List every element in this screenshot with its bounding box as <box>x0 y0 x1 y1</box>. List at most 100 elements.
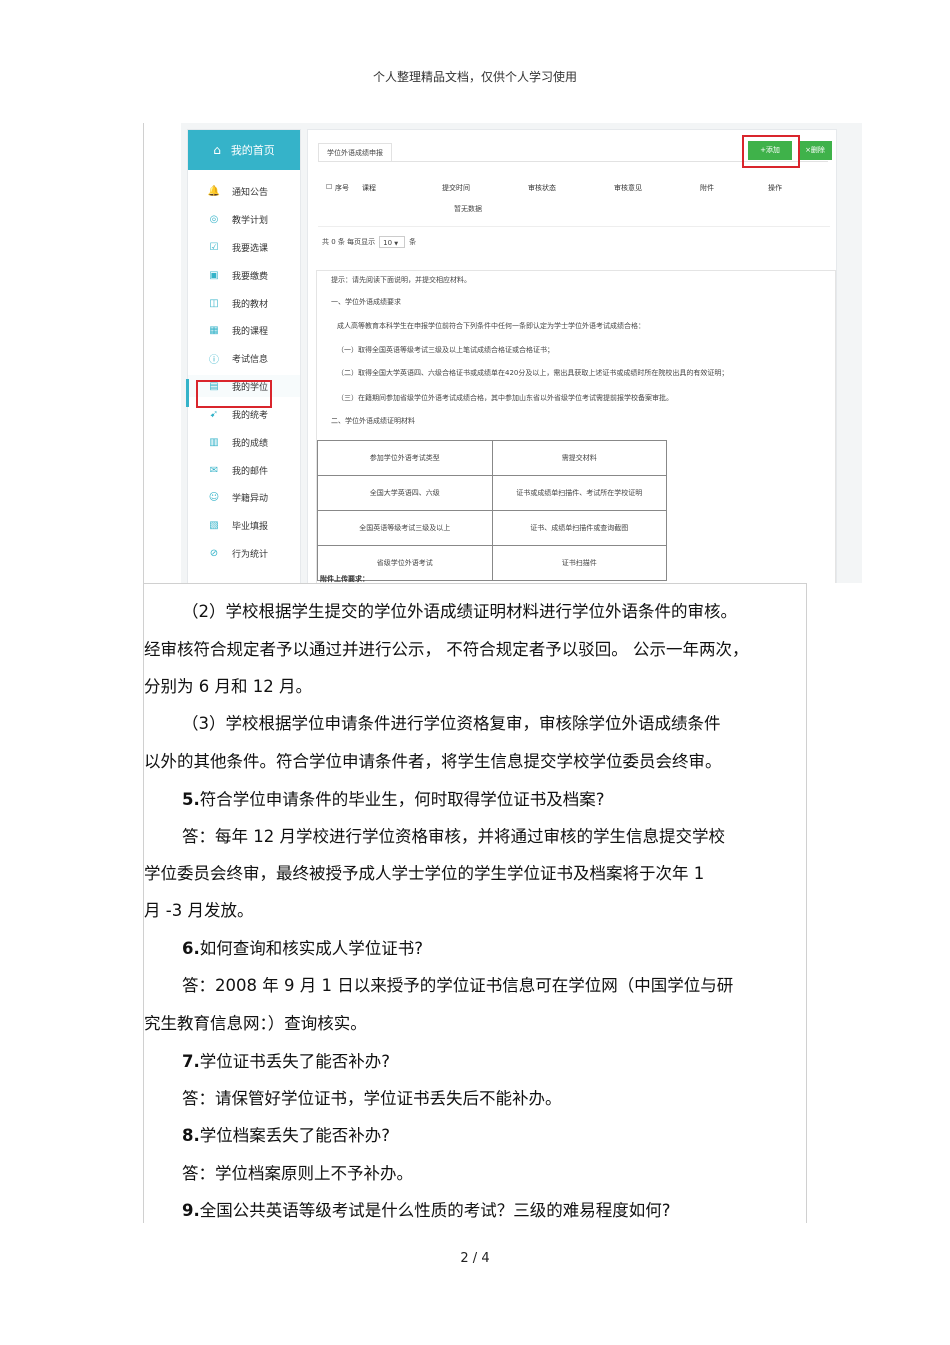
sidebar-item-label: 我的成绩 <box>232 438 269 449</box>
question-number: 6. <box>182 939 200 958</box>
sidebar-item[interactable]: 🔔 通知公告 <box>188 180 300 202</box>
paragraph-line: 月 -3 月发放。 <box>144 897 253 921</box>
paragraph-text: 全国公共英语等级考试是什么性质的考试？三级的难易程度如何? <box>199 1201 671 1220</box>
header-note: 个人整理精品文档，仅供个人学习使用 <box>372 70 577 84</box>
tab-degree-language[interactable]: 学位外语成绩申报 <box>318 143 392 162</box>
home-icon: ⌂ <box>213 143 221 157</box>
paragraph-line: （2）学校根据学生提交的学位外语成绩证明材料进行学位外语条件的审核。 <box>182 598 737 622</box>
table-cell: 全国大学英语四、六级 <box>317 475 493 511</box>
sidebar-item-label: 我的教材 <box>232 299 269 310</box>
pager-prefix: 共 0 条 每页显示 <box>322 238 376 246</box>
main-panel: 学位外语成绩申报 +添加 ×删除 ☐ 序号 课程 提交时间 审核状态 审核意见 … <box>307 129 837 583</box>
form-icon: ▧ <box>209 519 219 531</box>
tip-line: （一）取得全国英语等级考试三级及以上笔试成绩合格证或合格证书； <box>337 346 554 354</box>
paragraph-line: （3）学校根据学位申请条件进行学位资格复审，审核除学位外语成绩条件 <box>182 710 721 734</box>
table-cell: 参加学位外语考试类型 <box>317 440 493 476</box>
table-row: 参加学位外语考试类型 需提交材料 <box>317 440 667 476</box>
paragraph-line: 9.全国公共英语等级考试是什么性质的考试？三级的难易程度如何? <box>182 1197 671 1221</box>
table-cell: 证书或成绩单扫描件、考试所在学校证明 <box>491 475 667 511</box>
score-icon: ▥ <box>209 436 219 448</box>
sidebar-item[interactable]: ▣ 我要缴费 <box>188 264 300 286</box>
paragraph-text: 答：2008 年 9 月 1 日以来授予的学位证书信息可在学位网（中国学位与研 <box>182 976 734 995</box>
instructions-panel: 提示：请先阅读下面说明，并提交相应材料。 一、学位外语成绩要求 成人高等教育本科… <box>316 270 836 583</box>
paragraph-text: （3）学校根据学位申请条件进行学位资格复审，审核除学位外语成绩条件 <box>182 714 721 733</box>
users-icon: ☺ <box>208 491 220 503</box>
question-number: 7. <box>182 1052 200 1071</box>
col-index: 序号 <box>335 184 349 192</box>
sidebar-item[interactable]: ⊘ 行为统计 <box>188 542 300 564</box>
question-number: 9. <box>182 1201 200 1220</box>
paragraph-line: 答：请保管好学位证书，学位证书丢失后不能补办。 <box>182 1085 562 1109</box>
paragraph-line: 5.符合学位申请条件的毕业生，何时取得学位证书及档案? <box>182 786 605 810</box>
sidebar-item[interactable]: ▥ 我的成绩 <box>188 431 300 453</box>
sidebar-item[interactable]: ▦ 我的课程 <box>188 319 300 341</box>
tip-line: 成人高等教育本科学生在申报学位前符合下列条件中任何一条即认定为学士学位外语考试成… <box>337 322 645 330</box>
active-indicator <box>186 379 189 407</box>
paragraph-text: 经审核符合规定者予以通过并进行公示， 不符合规定者予以驳回。 公示一年两次， <box>144 640 749 659</box>
paragraph-text: 符合学位申请条件的毕业生，何时取得学位证书及档案? <box>199 790 605 809</box>
col-attachment: 附件 <box>700 184 714 192</box>
chevron-down-icon: ▼ <box>394 241 399 247</box>
select-all-checkbox[interactable]: ☐ <box>326 183 332 191</box>
col-review-opinion: 审核意见 <box>614 184 642 192</box>
tip-line: （三）在籍期间参加省级学位外语考试成绩合格，其中参加山东省以外省级学位考试需提前… <box>337 394 673 402</box>
sidebar: ⌂ 我的首页 🔔 通知公告 ◎ 教学计划 ☑ 我要选课 ▣ 我要缴费 ◫ 我的教材 ▦ 我的课程 ⓘ 考试… <box>186 129 301 583</box>
sidebar-item[interactable]: ◫ 我的教材 <box>188 292 300 314</box>
paragraph-line: 8.学位档案丢失了能否补办? <box>182 1122 390 1146</box>
tip-line: 二、学位外语成绩证明材料 <box>331 417 415 425</box>
paragraph-line: 分别为 6 月和 12 月。 <box>144 673 312 697</box>
sidebar-item[interactable]: ☺ 学籍异动 <box>188 486 300 508</box>
question-number: 5. <box>182 790 200 809</box>
tip-line: （二）取得全国大学英语四、六级合格证书或成绩单在420分及以上，需出具获取上述证… <box>337 369 729 377</box>
tip-line: 一、学位外语成绩要求 <box>331 298 401 306</box>
sidebar-item-label: 我要选课 <box>232 243 269 254</box>
paragraph-text: 答：每年 12 月学校进行学位资格审核，并将通过审核的学生信息提交学校 <box>182 827 725 846</box>
sidebar-item-label: 学籍异动 <box>232 493 269 504</box>
sidebar-item[interactable]: ☑ 我要选课 <box>188 236 300 258</box>
portal-screenshot: ⌂ 我的首页 🔔 通知公告 ◎ 教学计划 ☑ 我要选课 ▣ 我要缴费 ◫ 我的教材 ▦ 我的课程 ⓘ 考试… <box>181 123 862 583</box>
paragraph-text: （2）学校根据学生提交的学位外语成绩证明材料进行学位外语条件的审核。 <box>182 602 737 621</box>
delete-button[interactable]: ×删除 <box>798 141 832 160</box>
paragraph-line: 答：每年 12 月学校进行学位资格审核，并将通过审核的学生信息提交学校 <box>182 823 725 847</box>
attachment-note: 附件上传要求： <box>320 575 369 583</box>
paragraph-text: 以外的其他条件。符合学位申请条件者，将学生信息提交学校学位委员会终审。 <box>144 752 722 771</box>
col-course: 课程 <box>362 184 376 192</box>
paragraph-text: 究生教育信息网：）查询核实。 <box>144 1014 367 1033</box>
paragraph-line: 答：2008 年 9 月 1 日以来授予的学位证书信息可在学位网（中国学位与研 <box>182 972 733 996</box>
bell-icon: 🔔 <box>207 185 221 197</box>
sidebar-item-label: 教学计划 <box>232 215 269 226</box>
tip-line: 提示：请先阅读下面说明，并提交相应材料。 <box>331 276 471 284</box>
page-size-select[interactable]: 10 ▼ <box>379 236 406 248</box>
sidebar-item-label: 我要缴费 <box>232 271 269 282</box>
table-row: 全国大学英语四、六级 证书或成绩单扫描件、考试所在学校证明 <box>317 475 667 511</box>
paragraph-text: 答：请保管好学位证书，学位证书丢失后不能补办。 <box>182 1089 562 1108</box>
table-header: ☐ 序号 课程 提交时间 审核状态 审核意见 附件 操作 <box>322 181 827 195</box>
sidebar-item-label: 我的统考 <box>232 410 269 421</box>
col-submit-time: 提交时间 <box>442 184 470 192</box>
sidebar-item[interactable]: ✉ 我的邮件 <box>188 459 300 481</box>
paragraph-text: 如何查询和核实成人学位证书? <box>199 939 424 958</box>
table-cell: 全国英语等级考试三级及以上 <box>317 510 493 546</box>
paragraph-line: 7.学位证书丢失了能否补办? <box>182 1048 390 1072</box>
sidebar-item-label: 毕业填报 <box>232 521 269 532</box>
grid-icon: ▦ <box>209 324 219 336</box>
frame-top <box>143 583 807 584</box>
table-divider <box>318 226 830 227</box>
book-icon: ◫ <box>209 297 219 309</box>
sidebar-item-label: 考试信息 <box>232 354 269 365</box>
sidebar-item[interactable]: ◎ 教学计划 <box>188 208 300 230</box>
table-row: 省级学位外语考试 证书扫描件 <box>317 545 667 581</box>
paragraph-line: 究生教育信息网：）查询核实。 <box>144 1010 367 1034</box>
sidebar-item[interactable]: ⓘ 考试信息 <box>188 347 300 369</box>
paragraph-text: 学位证书丢失了能否补办? <box>199 1052 391 1071</box>
col-action: 操作 <box>768 184 782 192</box>
table-row: 全国英语等级考试三级及以上 证书、成绩单扫描件或查询截图 <box>317 510 667 546</box>
checkbox-icon: ☑ <box>209 241 219 253</box>
sidebar-item-label: 我的邮件 <box>232 466 269 477</box>
highlight-box-add <box>742 135 800 168</box>
home-button[interactable]: ⌂ 我的首页 <box>188 130 300 170</box>
sidebar-item[interactable]: ▧ 毕业填报 <box>188 514 300 536</box>
col-review-status: 审核状态 <box>528 184 556 192</box>
paragraph-text: 答：学位档案原则上不予补办。 <box>182 1164 413 1183</box>
sidebar-item-label: 行为统计 <box>232 549 269 560</box>
